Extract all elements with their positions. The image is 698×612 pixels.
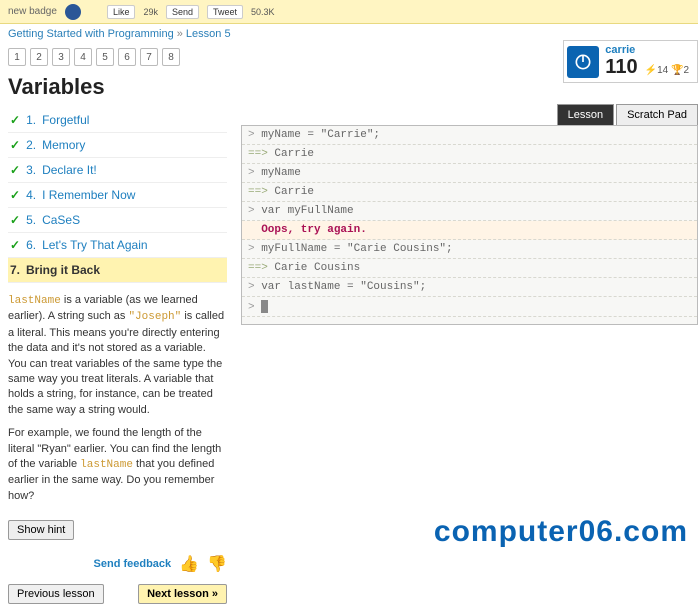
trophy-count: 2 — [683, 65, 689, 76]
user-box: carrie 110 ⚡14 🏆2 — [563, 40, 698, 83]
bolt-count: 14 — [657, 65, 668, 76]
check-icon: ✓ — [10, 188, 20, 202]
tweet-count: 50.3K — [251, 7, 275, 17]
show-hint-button[interactable]: Show hint — [8, 520, 74, 540]
pager-page[interactable]: 5 — [96, 48, 114, 66]
fb-send-button[interactable]: Send — [166, 5, 199, 19]
tab-lesson[interactable]: Lesson — [557, 104, 614, 125]
stage-number: 1. — [26, 113, 36, 127]
pager-page[interactable]: 3 — [52, 48, 70, 66]
thumbs-down-icon[interactable]: 👎 — [207, 554, 227, 574]
stage-item[interactable]: 7. Bring it Back — [8, 258, 227, 283]
stage-number: 5. — [26, 213, 36, 227]
stage-number: 2. — [26, 138, 36, 152]
stage-label: Let's Try That Again — [42, 238, 147, 252]
console-line: ==> Carrie — [242, 183, 697, 202]
pager-page[interactable]: 8 — [162, 48, 180, 66]
page-title: Variables — [8, 74, 227, 100]
console-line: > — [242, 297, 697, 317]
code-tabs: Lesson Scratch Pad — [241, 104, 698, 125]
user-score: 110 — [605, 56, 637, 78]
stage-item[interactable]: ✓ 1. Forgetful — [8, 108, 227, 133]
pager-page[interactable]: 6 — [118, 48, 136, 66]
breadcrumb-lesson[interactable]: Lesson 5 — [186, 28, 231, 40]
stage-item[interactable]: ✓ 5. CaSeS — [8, 208, 227, 233]
check-icon: ✓ — [10, 213, 20, 227]
stage-item[interactable]: ✓ 4. I Remember Now — [8, 183, 227, 208]
username[interactable]: carrie — [605, 44, 689, 56]
stage-item[interactable]: ✓ 6. Let's Try That Again — [8, 233, 227, 258]
console[interactable]: > myName = "Carrie";==> Carrie> myName==… — [241, 125, 698, 325]
stage-label: I Remember Now — [42, 188, 135, 202]
check-icon: ✓ — [10, 238, 20, 252]
check-icon: ✓ — [10, 113, 20, 127]
stage-number: 7. — [10, 263, 20, 277]
tab-scratch[interactable]: Scratch Pad — [616, 104, 698, 125]
watermark: computer06.com — [434, 515, 688, 549]
stage-label: CaSeS — [42, 213, 80, 227]
check-icon: ✓ — [10, 138, 20, 152]
console-line: > myName — [242, 164, 697, 183]
breadcrumb-course[interactable]: Getting Started with Programming — [8, 28, 174, 40]
console-line: > myName = "Carrie"; — [242, 126, 697, 145]
next-lesson-button[interactable]: Next lesson » — [138, 584, 227, 604]
stage-label: Declare It! — [42, 163, 97, 177]
console-line: Oops, try again. — [242, 221, 697, 240]
top-banner: new badge Like 29k Send Tweet 50.3K — [0, 0, 698, 24]
console-line: > myFullName = "Carie Cousins"; — [242, 240, 697, 259]
stage-label: Memory — [42, 138, 85, 152]
stage-item[interactable]: ✓ 2. Memory — [8, 133, 227, 158]
console-line: > var lastName = "Cousins"; — [242, 278, 697, 297]
tweet-button[interactable]: Tweet — [207, 5, 243, 19]
lesson-panel: Variables ✓ 1. Forgetful ✓ 2. Memory ✓ 3. Declar… — [0, 70, 235, 612]
avatar[interactable] — [567, 46, 599, 78]
pager-page[interactable]: 2 — [30, 48, 48, 66]
console-line: ==> Carie Cousins — [242, 259, 697, 278]
pager-page[interactable]: 7 — [140, 48, 158, 66]
power-icon — [573, 52, 593, 72]
stage-number: 4. — [26, 188, 36, 202]
badge-icon — [65, 4, 81, 20]
stage-label: Bring it Back — [26, 263, 100, 277]
stage-item[interactable]: ✓ 3. Declare It! — [8, 158, 227, 183]
pager-page[interactable]: 1 — [8, 48, 26, 66]
lesson-prose: lastName is a variable (as we learned ea… — [8, 293, 227, 504]
stage-number: 3. — [26, 163, 36, 177]
badge-text: new badge — [8, 6, 57, 17]
previous-lesson-button[interactable]: Previous lesson — [8, 584, 104, 604]
fb-like-button[interactable]: Like — [107, 5, 136, 19]
check-icon: ✓ — [10, 163, 20, 177]
fb-like-count: 29k — [143, 7, 158, 17]
console-line: ==> Carrie — [242, 145, 697, 164]
thumbs-up-icon[interactable]: 👍 — [179, 554, 199, 574]
pager-page[interactable]: 4 — [74, 48, 92, 66]
console-line: > var myFullName — [242, 202, 697, 221]
stage-label: Forgetful — [42, 113, 89, 127]
stage-number: 6. — [26, 238, 36, 252]
send-feedback-link[interactable]: Send feedback — [94, 558, 172, 570]
